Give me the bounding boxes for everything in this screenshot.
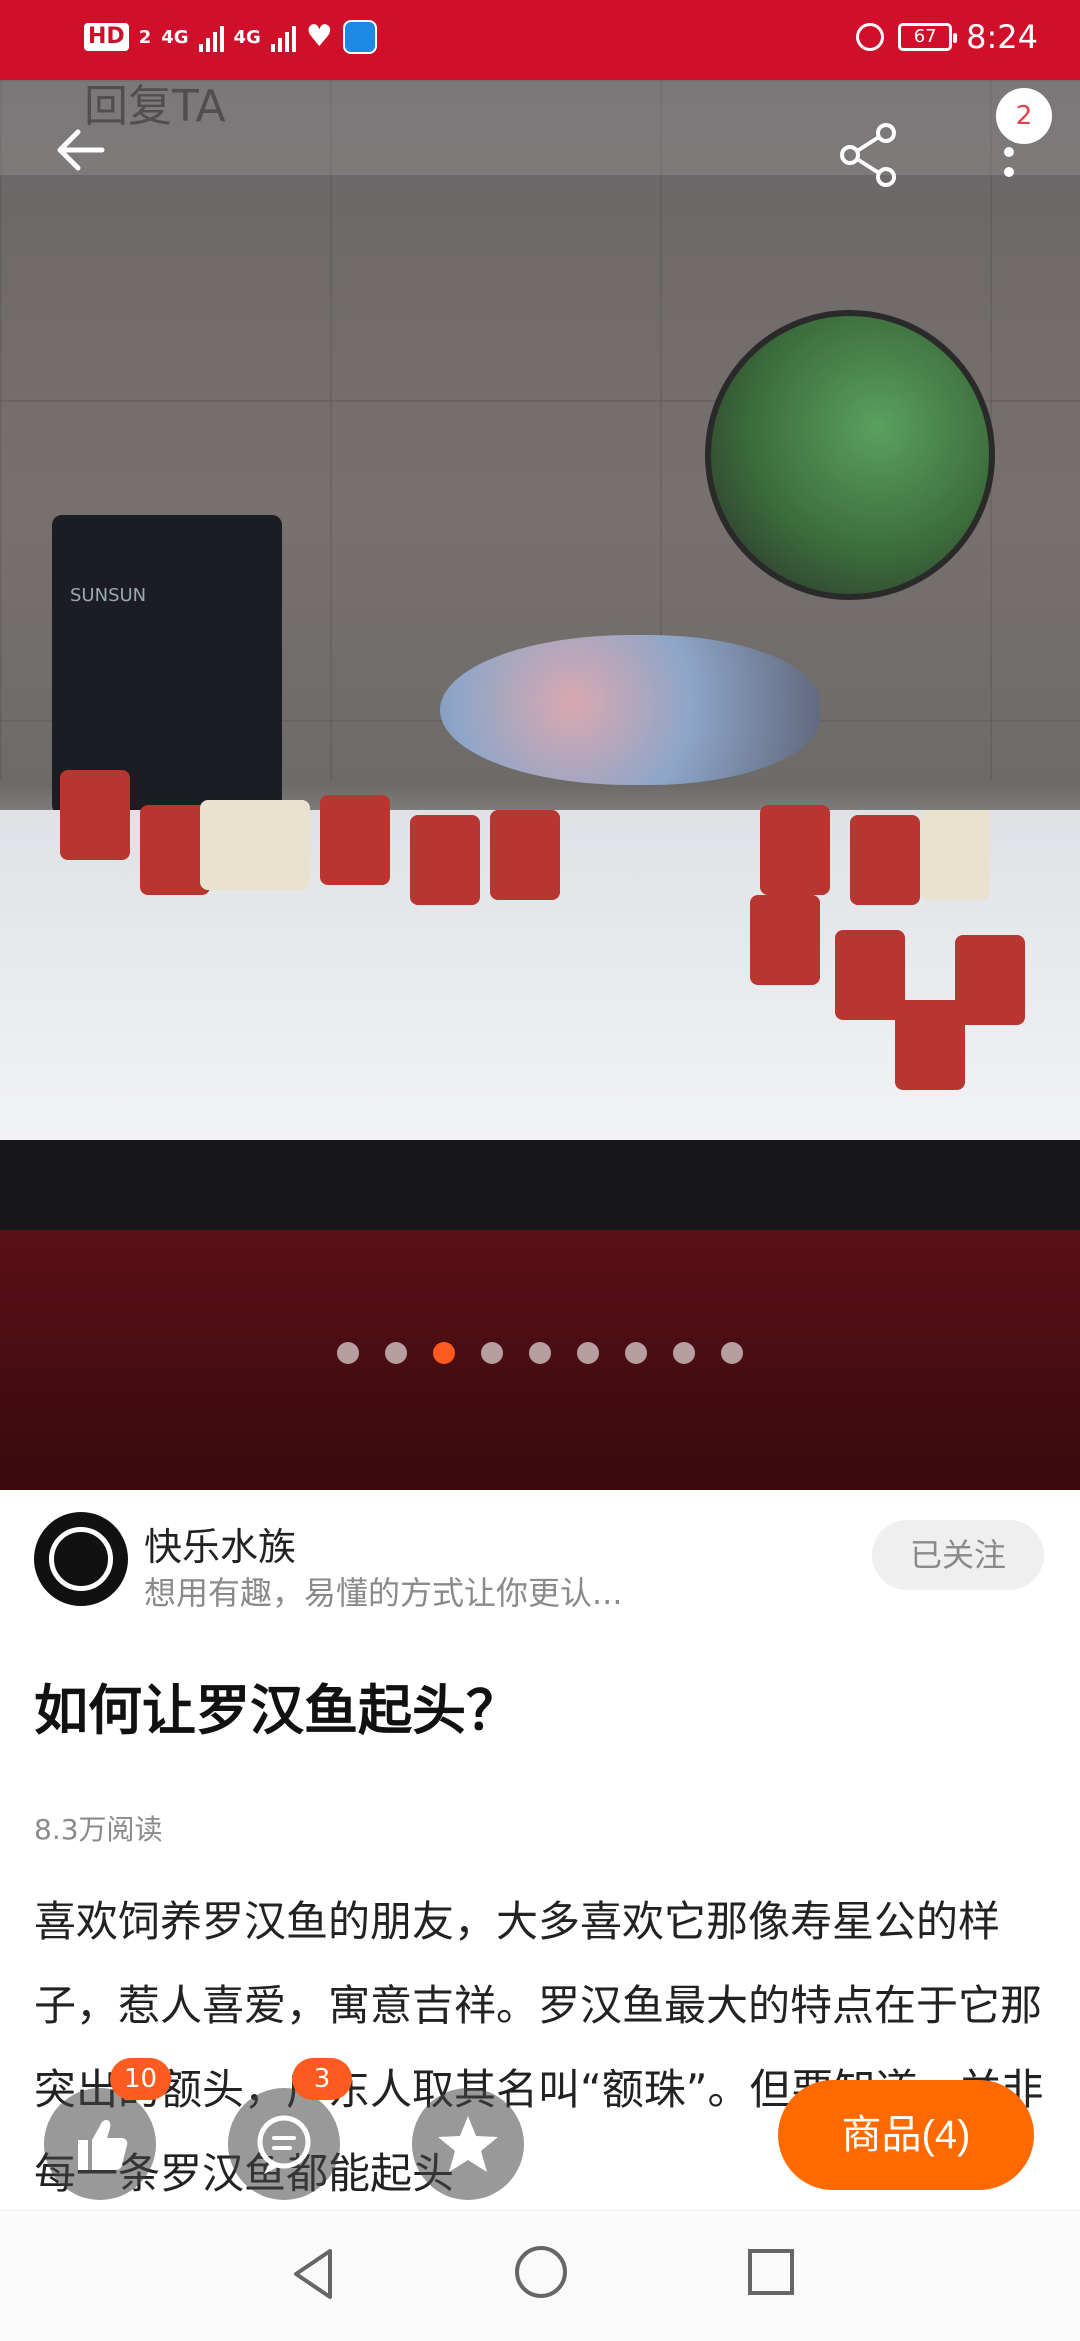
carousel-dot[interactable] [433,1342,455,1364]
battery-icon: 67 [898,23,958,51]
clock: 8:24 [966,18,1038,56]
network-type-1: 4G [161,26,189,48]
status-right: 67 8:24 [856,18,1038,56]
read-count: 8.3万阅读 [34,1813,163,1846]
status-bar: HD 2 4G 4G ♥ 67 8:24 [0,0,1080,80]
goods-button[interactable]: 商品(4) [778,2080,1034,2190]
network-type-2: 4G [233,26,261,48]
photo-fish [440,635,820,785]
author-avatar[interactable] [34,1512,128,1606]
heart-icon: ♥ [305,19,333,54]
carousel-dot[interactable] [577,1342,599,1364]
triangle-back-icon [294,2249,332,2299]
photo-ring [200,800,310,890]
carousel-dot[interactable] [721,1342,743,1364]
carousel-dot[interactable] [529,1342,551,1364]
favorite-button[interactable] [412,2088,524,2200]
nav-recent-button[interactable] [740,2241,802,2303]
photo-tank-edge [0,1140,1080,1230]
more-options-badge: 2 [996,88,1052,144]
article-image-carousel[interactable]: SUNSUN [0,80,1080,1490]
photo-ring [320,795,390,885]
photo-ring [490,810,560,900]
alarm-icon [856,23,885,51]
follow-button[interactable]: 已关注 [872,1520,1044,1590]
carousel-dot[interactable] [673,1342,695,1364]
sim1-label: 2 [138,26,152,48]
share-icon [840,123,896,187]
photo-ring [760,805,830,895]
carousel-dot[interactable] [337,1342,359,1364]
comment-icon [257,2115,311,2174]
thumbs-up-icon [78,2120,128,2170]
comment-button[interactable] [228,2088,340,2200]
author-description: 想用有趣，易懂的方式让你更认... [144,1574,623,1612]
back-arrow-icon [57,129,105,171]
carousel-dot[interactable] [481,1342,503,1364]
like-button[interactable] [44,2088,156,2200]
photo-ring [850,815,920,905]
back-button[interactable] [40,105,130,195]
photo-ring [60,770,130,860]
carousel-dot[interactable] [625,1342,647,1364]
carousel-indicator [0,1342,1080,1364]
circle-home-icon [515,2246,567,2298]
photo-mirror [705,310,995,600]
avatar-logo-icon [49,1527,113,1591]
hd-icon: HD [84,23,129,51]
status-left: HD 2 4G 4G ♥ [84,20,377,54]
article-title: 如何让罗汉鱼起头？ [34,1679,520,1742]
signal-icon-1 [198,22,224,52]
photo-ring [955,935,1025,1025]
author-name[interactable]: 快乐水族 [144,1516,296,1571]
author-row: 快乐水族 想用有趣，易懂的方式让你更认... 已关注 [0,1490,1080,1630]
like-count-badge: 10 [110,2058,172,2100]
carousel-dot[interactable] [385,1342,407,1364]
app-notification-icon [342,20,377,54]
photo-ring [895,1000,965,1090]
signal-icon-2 [270,22,296,52]
square-recent-icon [748,2249,794,2295]
star-icon [438,2116,498,2172]
system-nav-bar [0,2210,1080,2341]
photo-filter-label: SUNSUN [70,585,147,606]
photo-ring [410,815,480,905]
nav-back-button[interactable] [280,2239,350,2309]
share-button[interactable] [830,115,910,195]
comment-count-badge: 3 [292,2058,352,2100]
photo-ring [750,895,820,985]
photo-ring [920,810,990,900]
nav-home-button[interactable] [508,2239,574,2305]
